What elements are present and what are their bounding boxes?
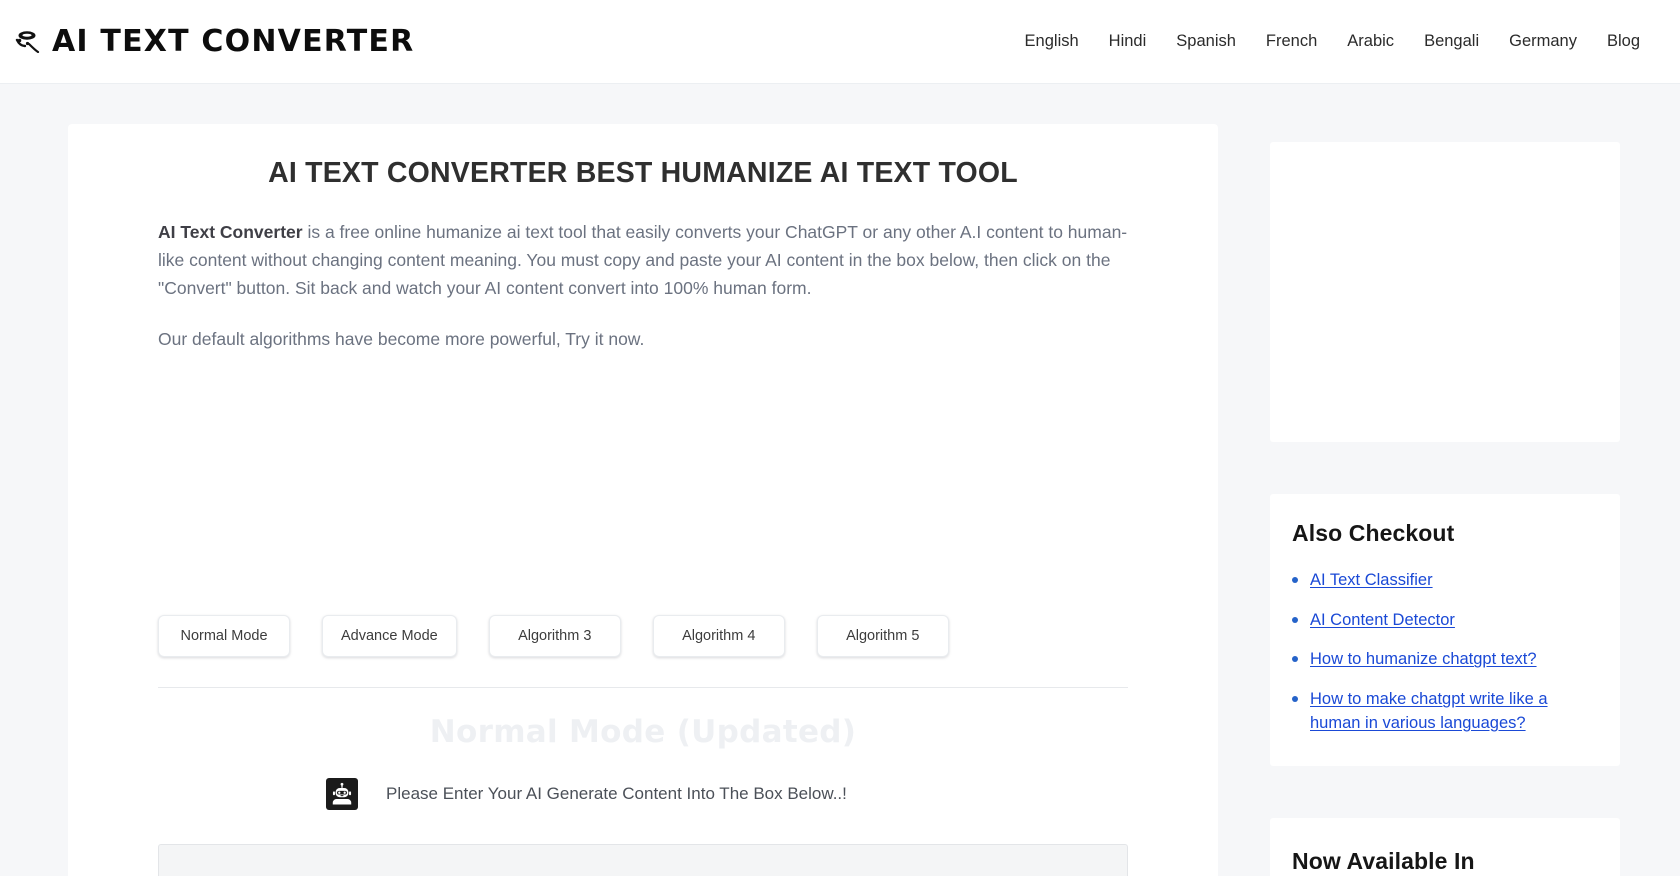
nav-item-english[interactable]: English [1025, 32, 1079, 51]
also-checkout-title: Also Checkout [1292, 520, 1598, 547]
now-available-title: Now Available In [1292, 848, 1598, 875]
nav-item-french[interactable]: French [1266, 32, 1317, 51]
sidebar: Also Checkout AI Text Classifier AI Cont… [1270, 124, 1620, 876]
now-available-panel: Now Available In [1270, 818, 1620, 876]
list-item: How to humanize chatgpt text? [1292, 648, 1598, 672]
intro-copy: AI Text Converter is a free online human… [68, 218, 1218, 353]
secondary-paragraph: Our default algorithms have become more … [158, 325, 1128, 353]
nav-item-spanish[interactable]: Spanish [1176, 32, 1236, 51]
also-checkout-list: AI Text Classifier AI Content Detector H… [1292, 569, 1598, 736]
nav-item-arabic[interactable]: Arabic [1347, 32, 1394, 51]
intro-lead: AI Text Converter [158, 222, 303, 242]
nav-item-hindi[interactable]: Hindi [1109, 32, 1147, 51]
mode-button-algorithm3[interactable]: Algorithm 3 [489, 615, 621, 657]
active-mode-heading: Normal Mode (Updated) [68, 714, 1218, 750]
instruction-row: Please Enter Your AI Generate Content In… [68, 778, 1218, 810]
list-item: AI Text Classifier [1292, 569, 1598, 593]
list-item: How to make chatgpt write like a human i… [1292, 688, 1598, 735]
mode-button-algorithm5[interactable]: Algorithm 5 [817, 615, 949, 657]
link-humanize-chatgpt-text[interactable]: How to humanize chatgpt text? [1310, 650, 1537, 668]
site-header: AI TEXT CONVERTER English Hindi Spanish … [0, 0, 1680, 84]
also-checkout-panel: Also Checkout AI Text Classifier AI Cont… [1270, 494, 1620, 766]
mode-button-advance[interactable]: Advance Mode [322, 615, 457, 657]
intro-body: is a free online humanize ai text tool t… [158, 222, 1127, 299]
list-item: AI Content Detector [1292, 609, 1598, 633]
mode-button-group: Normal Mode Advance Mode Algorithm 3 Alg… [68, 615, 1218, 657]
ai-content-input[interactable] [158, 844, 1128, 876]
robot-avatar-icon [326, 778, 358, 810]
instruction-text: Please Enter Your AI Generate Content In… [386, 784, 847, 804]
converter-card: AI TEXT CONVERTER BEST HUMANIZE AI TEXT … [68, 124, 1218, 876]
advertisement-slot [1270, 142, 1620, 442]
link-chatgpt-write-human[interactable]: How to make chatgpt write like a human i… [1310, 690, 1548, 732]
robot-face-icon [12, 27, 42, 53]
brand-name: AI TEXT CONVERTER [52, 27, 414, 57]
mode-button-normal[interactable]: Normal Mode [158, 615, 290, 657]
primary-navigation: English Hindi Spanish French Arabic Beng… [1025, 32, 1640, 51]
brand-logo[interactable]: AI TEXT CONVERTER [12, 27, 414, 57]
link-ai-content-detector[interactable]: AI Content Detector [1310, 611, 1455, 629]
page-title: AI TEXT CONVERTER BEST HUMANIZE AI TEXT … [68, 156, 1218, 192]
nav-item-bengali[interactable]: Bengali [1424, 32, 1479, 51]
mode-button-algorithm4[interactable]: Algorithm 4 [653, 615, 785, 657]
nav-item-blog[interactable]: Blog [1607, 32, 1640, 51]
nav-item-germany[interactable]: Germany [1509, 32, 1577, 51]
section-divider [158, 687, 1128, 688]
page-body: AI TEXT CONVERTER BEST HUMANIZE AI TEXT … [0, 84, 1680, 876]
link-ai-text-classifier[interactable]: AI Text Classifier [1310, 571, 1433, 589]
intro-paragraph: AI Text Converter is a free online human… [158, 218, 1128, 303]
